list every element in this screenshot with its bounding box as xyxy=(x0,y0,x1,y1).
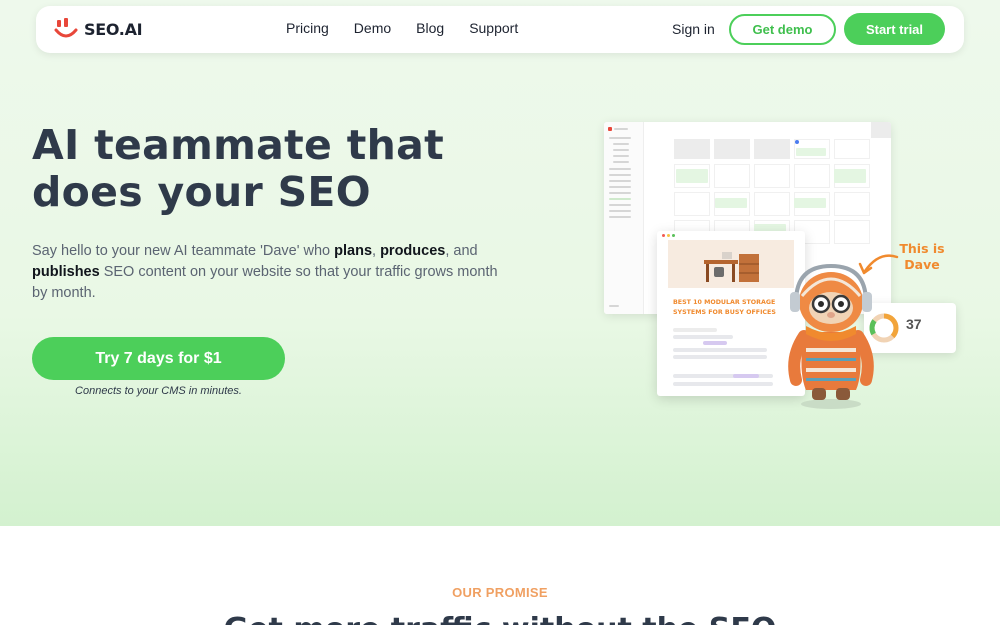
logo-text: SEO.AI xyxy=(84,19,143,39)
logo[interactable]: SEO.AI xyxy=(54,18,143,40)
lead-sep: , and xyxy=(445,243,478,259)
seo-score-value: 37 xyxy=(906,316,922,332)
nav-link-pricing[interactable]: Pricing xyxy=(286,20,329,36)
window-dots xyxy=(662,234,675,237)
lead-bold-plans: plans xyxy=(334,243,373,259)
dave-label-line-2: Dave xyxy=(904,257,940,272)
hero-description: Say hello to your new AI teammate 'Dave'… xyxy=(32,241,502,304)
cms-note: Connects to your CMS in minutes. xyxy=(75,385,242,397)
smile-logo-icon xyxy=(54,18,78,40)
lead-sep: , xyxy=(372,243,381,259)
headline-line-2: does your SEO xyxy=(32,168,371,216)
get-demo-button[interactable]: Get demo xyxy=(729,14,836,45)
lead-bold-publishes: publishes xyxy=(32,264,100,280)
mock-sidebar xyxy=(604,122,644,314)
dave-label: This is Dave xyxy=(897,241,947,273)
nav-links: Pricing Demo Blog Support xyxy=(286,20,543,36)
try-trial-button[interactable]: Try 7 days for $1 xyxy=(32,337,285,380)
hero-headline: AI teammate that does your SEO xyxy=(32,122,512,216)
nav-link-demo[interactable]: Demo xyxy=(354,20,391,36)
lead-bold-produces: produces xyxy=(380,243,446,259)
lead-text: Say hello to your new AI teammate 'Dave'… xyxy=(32,243,335,259)
nav-link-blog[interactable]: Blog xyxy=(416,20,444,36)
headline-line-1: AI teammate that xyxy=(32,121,444,169)
promise-kicker: OUR PROMISE xyxy=(452,585,548,600)
promise-title: Get more traffic without the SEO xyxy=(0,612,1000,625)
lead-text: SEO content on your website so that your… xyxy=(32,264,498,301)
sign-in-link[interactable]: Sign in xyxy=(672,21,715,37)
dave-mascot-icon xyxy=(788,263,874,409)
nav-link-support[interactable]: Support xyxy=(469,20,518,36)
start-trial-button[interactable]: Start trial xyxy=(844,13,945,45)
hero-section: SEO.AI Pricing Demo Blog Support Sign in… xyxy=(0,0,1000,526)
top-navbar: SEO.AI Pricing Demo Blog Support Sign in… xyxy=(36,6,964,53)
dave-label-line-1: This is xyxy=(899,241,945,256)
